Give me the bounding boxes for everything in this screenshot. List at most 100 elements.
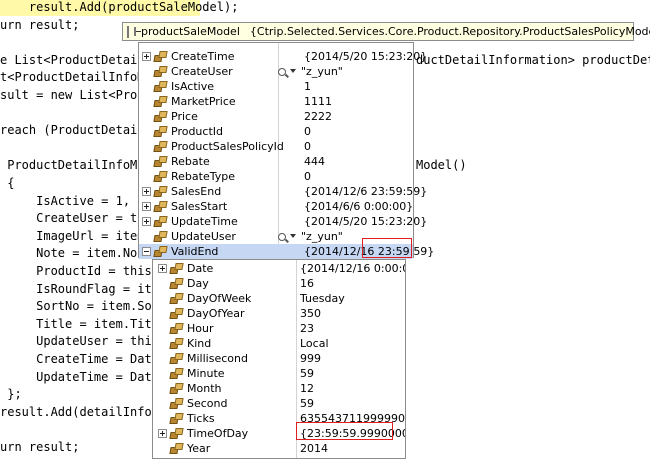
code-line[interactable]: ProductId = this. xyxy=(0,262,159,280)
property-value[interactable]: 999 xyxy=(300,352,321,365)
property-row-price[interactable]: Price 2222 xyxy=(139,109,413,124)
code-line[interactable]: CreateUser = thi xyxy=(0,209,152,227)
expand-icon[interactable] xyxy=(142,187,151,196)
property-row-marketprice[interactable]: MarketPrice 1111 xyxy=(139,94,413,109)
property-row-minute[interactable]: Minute 59 xyxy=(153,366,405,381)
property-value[interactable]: 1 xyxy=(304,80,311,93)
code-line[interactable]: SortNo = item.Sort xyxy=(0,297,166,315)
property-row-createuser[interactable]: CreateUser "z_yun" xyxy=(139,64,413,79)
code-line-continuation[interactable]: ductDetailInformation> productDetail xyxy=(416,51,650,69)
property-value[interactable]: "z_yun" xyxy=(278,230,343,243)
expand-icon[interactable] xyxy=(142,202,151,211)
code-line[interactable]: t<ProductDetailInfoM xyxy=(0,68,145,86)
code-line[interactable]: result.Add(detailInfoM xyxy=(0,403,159,421)
property-value[interactable]: 59 xyxy=(300,367,314,380)
property-value[interactable]: 12 xyxy=(300,382,314,395)
property-row-month[interactable]: Month 12 xyxy=(153,381,405,396)
collapse-icon[interactable] xyxy=(134,27,141,36)
chevron-down-icon[interactable] xyxy=(290,69,296,73)
property-row-hour[interactable]: Hour 23 xyxy=(153,321,405,336)
expand-icon[interactable] xyxy=(158,429,167,438)
property-icon xyxy=(153,246,168,258)
text-visualizer-icon[interactable] xyxy=(278,68,286,76)
property-value[interactable]: 444 xyxy=(304,155,325,168)
code-line[interactable]: ImageUrl = item. xyxy=(0,227,152,245)
property-value[interactable]: {2014/5/20 15:23:20} xyxy=(304,50,427,63)
property-row-second[interactable]: Second 59 xyxy=(153,396,405,411)
code-line[interactable]: IsActive = 1, xyxy=(0,192,130,210)
datatip-variable-name: productSaleModel xyxy=(141,25,240,38)
property-icon xyxy=(169,428,184,440)
code-line[interactable]: Note = item.Not xyxy=(0,244,144,262)
property-name: Rebate xyxy=(171,155,210,168)
property-value[interactable]: "z_yun" xyxy=(278,65,343,78)
property-value[interactable]: {2014/5/20 15:23:20} xyxy=(304,215,427,228)
code-line[interactable]: UpdateTime = DateT xyxy=(0,368,166,386)
code-line-continuation[interactable]: Model() xyxy=(416,156,467,174)
property-value[interactable]: 0 xyxy=(304,125,311,138)
property-value[interactable]: {2014/12/16 0:00:00} xyxy=(300,262,405,275)
property-value[interactable]: Tuesday xyxy=(300,292,345,305)
code-line[interactable]: urn result; xyxy=(0,16,79,34)
property-value[interactable]: 2014 xyxy=(300,442,328,455)
expand-icon[interactable] xyxy=(158,264,167,273)
property-value[interactable]: 59 xyxy=(300,397,314,410)
property-value[interactable]: {2014/6/6 0:00:00} xyxy=(304,200,413,213)
property-name: CreateTime xyxy=(171,50,235,63)
property-name: Date xyxy=(187,262,214,275)
property-row-isactive[interactable]: IsActive 1 xyxy=(139,79,413,94)
property-value-text: 59 xyxy=(300,367,314,380)
code-line[interactable]: IsRoundFlag = item xyxy=(0,280,166,298)
code-line[interactable]: ProductDetailInfoMo xyxy=(0,156,144,174)
property-value[interactable]: 0 xyxy=(304,140,311,153)
code-line[interactable]: CreateTime = DateT xyxy=(0,350,166,368)
property-name: DayOfWeek xyxy=(187,292,252,305)
property-icon xyxy=(153,51,168,63)
property-row-salesstart[interactable]: SalesStart {2014/6/6 0:00:00} xyxy=(139,199,413,214)
property-row-rebatetype[interactable]: RebateType 0 xyxy=(139,169,413,184)
property-name: ValidEnd xyxy=(171,245,219,258)
code-line[interactable]: Title = item.Title xyxy=(0,315,166,333)
property-row-productsalespolicyid[interactable]: ProductSalesPolicyId 0 xyxy=(139,139,413,154)
property-value[interactable]: Local xyxy=(300,337,329,350)
property-row-dayofyear[interactable]: DayOfYear 350 xyxy=(153,306,405,321)
pin-icon[interactable] xyxy=(127,25,129,38)
expand-icon[interactable] xyxy=(142,52,151,61)
property-row-day[interactable]: Day 16 xyxy=(153,276,405,291)
code-line[interactable]: e List<ProductDetailIn xyxy=(0,51,159,69)
code-line[interactable]: result.Add(productSaleModel); xyxy=(0,0,238,16)
property-value[interactable]: 350 xyxy=(300,307,321,320)
property-row-millisecond[interactable]: Millisecond 999 xyxy=(153,351,405,366)
code-line[interactable]: urn result; xyxy=(0,438,79,456)
property-row-rebate[interactable]: Rebate 444 xyxy=(139,154,413,169)
property-row-kind[interactable]: Kind Local xyxy=(153,336,405,351)
property-icon xyxy=(169,323,184,335)
property-row-year[interactable]: Year 2014 xyxy=(153,441,405,456)
code-line[interactable]: }; xyxy=(0,385,21,403)
property-icon xyxy=(153,171,168,183)
property-row-updatetime[interactable]: UpdateTime {2014/5/20 15:23:20} xyxy=(139,214,427,229)
text-visualizer-icon[interactable] xyxy=(278,233,286,241)
property-name: SalesStart xyxy=(171,200,228,213)
property-value[interactable]: 23 xyxy=(300,322,314,335)
property-value[interactable]: {2014/12/6 23:59:59} xyxy=(304,185,427,198)
property-row-date[interactable]: Date {2014/12/16 0:00:00} xyxy=(153,261,405,276)
property-value-text: {2014/12/16 0:00:00} xyxy=(300,262,405,275)
chevron-down-icon[interactable] xyxy=(290,234,296,238)
expand-icon[interactable] xyxy=(142,217,151,226)
property-name: Second xyxy=(187,397,228,410)
property-value[interactable]: 1111 xyxy=(304,95,332,108)
property-value[interactable]: 2222 xyxy=(304,110,332,123)
code-line[interactable]: reach (ProductDetailI xyxy=(0,121,152,139)
property-row-dayofweek[interactable]: DayOfWeek Tuesday xyxy=(153,291,405,306)
code-line[interactable]: UpdateUser = this. xyxy=(0,332,166,350)
property-icon xyxy=(153,231,168,243)
code-line[interactable]: sult = new List<Produ xyxy=(0,86,152,104)
collapse-icon[interactable] xyxy=(142,247,151,256)
property-row-salesend[interactable]: SalesEnd {2014/12/6 23:59:59} xyxy=(139,184,427,199)
property-row-productid[interactable]: ProductId 0 xyxy=(139,124,413,139)
property-row-createtime[interactable]: CreateTime {2014/5/20 15:23:20} xyxy=(139,49,427,64)
code-line[interactable]: { xyxy=(0,174,14,192)
property-value[interactable]: 16 xyxy=(300,277,314,290)
property-value[interactable]: 0 xyxy=(304,170,311,183)
